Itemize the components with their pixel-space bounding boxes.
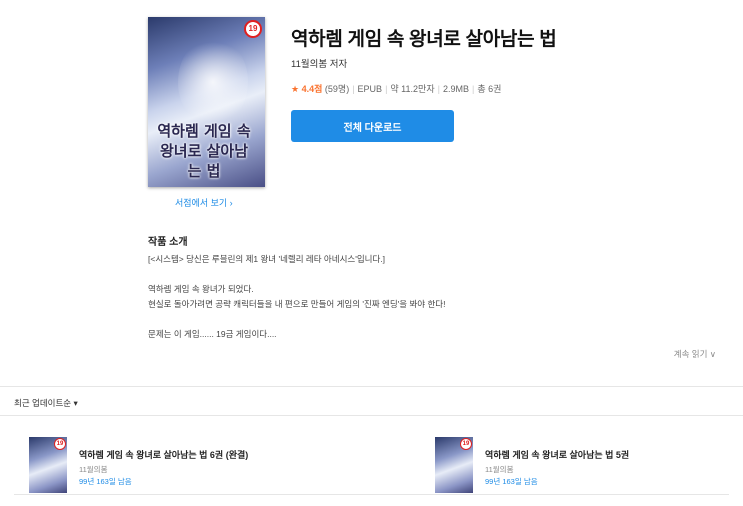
sort-dropdown[interactable]: 최근 업데이트순 ▾ [14, 397, 78, 409]
book-author: 11월의봄 저자 [291, 59, 348, 70]
download-all-button[interactable]: 전체 다운로드 [291, 110, 454, 142]
intro-text: 문제는 이 게임...... 19금 게임이다.... [148, 329, 277, 339]
rental-period: 99년 163일 남음 [79, 477, 132, 486]
intro-heading: 작품 소개 [148, 237, 188, 248]
view-in-store-link[interactable]: 서점에서 보기 › [175, 196, 233, 209]
volume-author: 11월의봄 [79, 465, 108, 474]
read-more-button[interactable]: 계속 읽기 ∨ [674, 348, 716, 360]
cover-illustration [178, 37, 248, 127]
cover-title: 역하렘 게임 속 왕녀로 살아남는 법 [157, 122, 251, 180]
meta-divider: | [437, 84, 440, 94]
meta-divider: | [471, 84, 475, 94]
meta-divider: | [352, 84, 355, 94]
meta-divider: | [385, 84, 388, 94]
volume-title[interactable]: 역하렘 게임 속 왕녀로 살아남는 법 5권 [485, 448, 629, 461]
rental-period: 99년 163일 남음 [485, 477, 538, 486]
volume-author: 11월의봄 [485, 465, 514, 474]
char-count: 약 11.2만자 [390, 84, 435, 94]
section-divider [0, 415, 743, 416]
book-cover: 19 역하렘 게임 속 왕녀로 살아남는 법 [148, 17, 265, 187]
star-icon: ★ [291, 84, 300, 94]
volume-count: 총 6권 [477, 84, 502, 94]
volume-title[interactable]: 역하렘 게임 속 왕녀로 살아남는 법 6권 (완결) [79, 448, 248, 461]
intro-text: 현실로 돌아가려면 공략 캐릭터들을 내 편으로 만들어 게임의 '진짜 엔딩'… [148, 299, 446, 309]
volume-cover[interactable]: 19 [435, 437, 473, 493]
section-divider [0, 386, 743, 387]
rating-score: 4.4점 [301, 84, 323, 94]
age-19-badge: 19 [54, 438, 66, 450]
book-title: 역하렘 게임 속 왕녀로 살아남는 법 [291, 29, 557, 50]
file-size: 2.9MB [442, 84, 469, 94]
volume-cover[interactable]: 19 [29, 437, 67, 493]
book-meta: ★ 4.4점 (59명) | EPUB | 약 11.2만자 | 2.9MB | 총 6권 [291, 82, 501, 95]
age-19-badge: 19 [244, 20, 262, 38]
list-divider [14, 494, 729, 495]
rating-count: (59명) [324, 84, 350, 94]
age-19-badge: 19 [460, 438, 472, 450]
intro-text: [<시스템> 당신은 루블린의 제1 왕녀 '네렐리 레타 아네시스'입니다.] [148, 254, 386, 264]
book-format: EPUB [357, 84, 383, 94]
intro-text: 역하렘 게임 속 왕녀가 되었다. [148, 284, 254, 294]
